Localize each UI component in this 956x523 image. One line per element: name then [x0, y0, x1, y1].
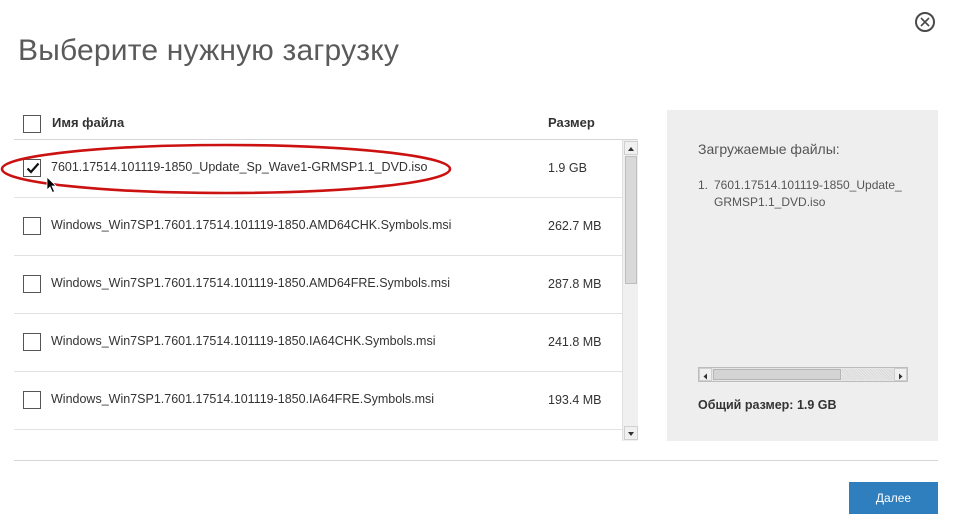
- selected-file-name-line1: 7601.17514.101119-1850_Update_: [714, 178, 902, 192]
- file-size: 1.9 GB: [548, 161, 587, 175]
- scroll-left-button[interactable]: [699, 368, 712, 381]
- selected-file-item: 1. 7601.17514.101119-1850_Update_ GRMSP1…: [698, 177, 913, 213]
- file-name: Windows_Win7SP1.7601.17514.101119-1850.A…: [51, 276, 451, 290]
- scroll-right-arrow-icon: [899, 373, 903, 380]
- horizontal-scrollbar[interactable]: [698, 367, 908, 382]
- column-header-name: Имя файла: [52, 115, 125, 130]
- file-name: Windows_Win7SP1.7601.17514.101119-1850.I…: [51, 392, 435, 406]
- close-button[interactable]: [915, 12, 935, 32]
- footer-divider: [14, 460, 938, 461]
- file-checkbox[interactable]: [23, 391, 41, 409]
- selected-file-number: 1.: [698, 178, 709, 192]
- selected-files-title: Загружаемые файлы:: [698, 141, 840, 157]
- file-checkbox[interactable]: [23, 275, 41, 293]
- checkmark-icon: [26, 162, 40, 174]
- scroll-down-arrow-icon: [628, 432, 634, 436]
- next-button[interactable]: Далее: [849, 482, 938, 514]
- file-size: 262.7 MB: [548, 219, 602, 233]
- total-size: Общий размер: 1.9 GB: [698, 398, 837, 412]
- column-header-size: Размер: [548, 115, 595, 130]
- horizontal-scroll-thumb[interactable]: [713, 369, 841, 380]
- file-checkbox[interactable]: [23, 333, 41, 351]
- table-row[interactable]: 7601.17514.101119-1850_Update_Sp_Wave1-G…: [14, 140, 622, 198]
- scroll-thumb[interactable]: [625, 156, 637, 284]
- dialog-title: Выберите нужную загрузку: [18, 34, 400, 67]
- file-list-scrollbar[interactable]: [622, 140, 638, 441]
- table-row[interactable]: Windows_Win7SP1.7601.17514.101119-1850.A…: [14, 198, 622, 256]
- table-header: Имя файла Размер: [14, 109, 638, 140]
- file-list: 7601.17514.101119-1850_Update_Sp_Wave1-G…: [14, 140, 622, 430]
- table-row[interactable]: Windows_Win7SP1.7601.17514.101119-1850.I…: [14, 314, 622, 372]
- selected-files-panel: Загружаемые файлы: 1. 7601.17514.101119-…: [667, 110, 938, 441]
- file-size: 287.8 MB: [548, 277, 602, 291]
- file-name: Windows_Win7SP1.7601.17514.101119-1850.A…: [51, 218, 452, 232]
- selected-file-name-line2: GRMSP1.1_DVD.iso: [714, 195, 826, 209]
- table-row[interactable]: Windows_Win7SP1.7601.17514.101119-1850.I…: [14, 372, 622, 430]
- file-name: Windows_Win7SP1.7601.17514.101119-1850.I…: [51, 334, 436, 348]
- file-size: 241.8 MB: [548, 335, 602, 349]
- file-size: 193.4 MB: [548, 393, 602, 407]
- scroll-down-button[interactable]: [624, 426, 638, 440]
- scroll-up-button[interactable]: [624, 141, 638, 155]
- file-checkbox[interactable]: [23, 159, 41, 177]
- select-all-checkbox[interactable]: [23, 115, 41, 133]
- scroll-up-arrow-icon: [628, 147, 634, 151]
- file-name: 7601.17514.101119-1850_Update_Sp_Wave1-G…: [51, 160, 428, 174]
- horizontal-scroll-track[interactable]: [842, 369, 894, 380]
- scroll-right-button[interactable]: [894, 368, 907, 381]
- table-row[interactable]: Windows_Win7SP1.7601.17514.101119-1850.A…: [14, 256, 622, 314]
- close-icon: [920, 17, 930, 27]
- file-checkbox[interactable]: [23, 217, 41, 235]
- scroll-left-arrow-icon: [703, 373, 707, 380]
